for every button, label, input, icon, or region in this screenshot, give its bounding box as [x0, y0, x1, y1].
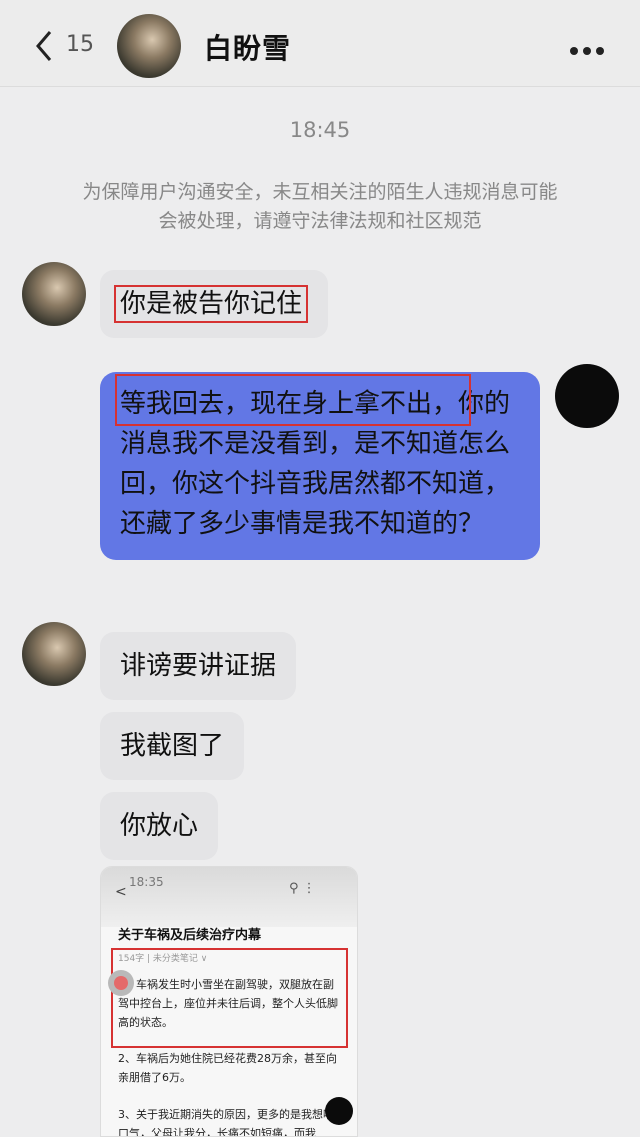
chevron-left-icon: <: [115, 884, 127, 900]
floating-button-icon: [114, 976, 128, 990]
contact-avatar-small[interactable]: [22, 622, 86, 686]
highlight-box: [115, 374, 471, 426]
back-button[interactable]: [30, 26, 60, 66]
screenshot-time: 18:35: [129, 875, 164, 889]
more-dots-icon: [570, 47, 578, 55]
my-avatar[interactable]: [555, 364, 619, 428]
received-message[interactable]: 你放心: [100, 792, 219, 860]
contact-name[interactable]: 白盼雪: [204, 27, 291, 67]
screenshot-topbar: < 18:35 ⚲ ⋮: [101, 867, 357, 927]
share-icon: ⚲ ⋮: [289, 881, 316, 896]
screenshot-paragraph: 3、关于我近期消失的原因，更多的是我想喘口气，父母让我分，长痛不如短痛，而我: [118, 1108, 334, 1137]
screenshot-paragraph: 2、车祸后为她住院已经花费28万余，甚至向亲朋借了6万。: [118, 1052, 337, 1084]
chat-header: 15 白盼雪: [0, 0, 640, 87]
received-message[interactable]: 诽谤要讲证据: [100, 632, 297, 700]
chevron-left-icon: [36, 31, 52, 61]
redaction-dot: [325, 1097, 353, 1125]
highlight-box: [111, 948, 348, 1048]
contact-avatar[interactable]: [117, 14, 181, 78]
received-message[interactable]: 我截图了: [100, 712, 245, 780]
highlighted-text: 你是被告你记住: [114, 285, 309, 323]
contact-avatar-small[interactable]: [22, 262, 86, 326]
received-message[interactable]: 你是被告你记住: [100, 270, 329, 338]
message-text: 你放心: [120, 811, 199, 841]
message-timestamp: 18:45: [289, 118, 351, 142]
more-options-button[interactable]: [570, 40, 610, 55]
safety-notice: 为保障用户沟通安全，未互相关注的陌生人违规消息可能会被处理，请遵守法律法规和社区…: [82, 181, 558, 232]
message-text: 我截图了: [120, 731, 225, 761]
unread-count: 15: [66, 32, 94, 57]
screenshot-title: 关于车祸及后续治疗内幕: [118, 928, 262, 943]
message-text: 诽谤要讲证据: [120, 651, 277, 681]
image-message[interactable]: < 18:35 ⚲ ⋮ 关于车祸及后续治疗内幕 154字 | 未分类笔记 ∨ 1…: [100, 866, 358, 1137]
